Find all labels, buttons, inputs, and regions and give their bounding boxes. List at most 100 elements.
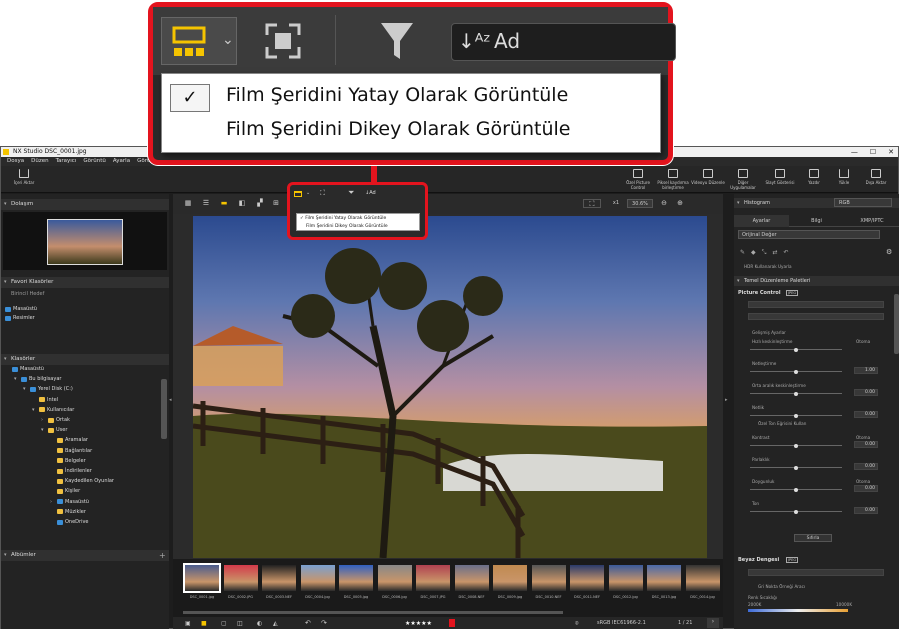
menu-goruntu[interactable]: Görüntü bbox=[83, 157, 106, 166]
menu-tarayici[interactable]: Tarayıcı bbox=[56, 157, 77, 166]
upload-button[interactable]: Yükle bbox=[827, 169, 861, 185]
folder-tree-item[interactable]: Bağlantılar bbox=[50, 448, 92, 454]
maximize-icon[interactable]: ☐ bbox=[870, 147, 876, 157]
custom-picture-control-button[interactable]: Özel Picture Control bbox=[621, 169, 655, 190]
filmstrip-thumbnail[interactable] bbox=[339, 565, 373, 591]
navigator-header[interactable]: Dolaşım bbox=[1, 199, 169, 210]
slider-value-field[interactable]: 0.00 bbox=[854, 411, 878, 418]
menu-dosya[interactable]: Dosya bbox=[7, 157, 24, 166]
filmstrip-thumbnail[interactable] bbox=[570, 565, 604, 591]
slider-value-field[interactable]: 0.00 bbox=[854, 507, 878, 514]
chevron-down-icon-small[interactable]: ⌄ bbox=[306, 190, 310, 196]
print-button[interactable]: Yazdır bbox=[797, 169, 831, 185]
zoom-value-field[interactable]: 30.6% bbox=[627, 199, 653, 208]
filmstrip-thumbnail[interactable] bbox=[647, 565, 681, 591]
tab-xmp[interactable]: XMP/IPTC bbox=[844, 215, 899, 227]
slider-value-field[interactable]: 0.00 bbox=[854, 485, 878, 492]
expand-arrow-icon[interactable]: ▾ bbox=[41, 427, 46, 433]
right-scrollbar[interactable] bbox=[894, 294, 899, 354]
grid-view-icon[interactable]: ▦ bbox=[183, 199, 193, 208]
expand-arrow-icon[interactable]: › bbox=[41, 417, 46, 423]
menu-duzen[interactable]: Düzen bbox=[31, 157, 48, 166]
adjustment-slider[interactable] bbox=[750, 487, 842, 492]
gray-point-tool[interactable]: Gri Nokta Örneği Aracı bbox=[758, 584, 805, 589]
folder-tree-item[interactable]: Müzikler bbox=[50, 509, 86, 515]
filmstrip-thumbnail[interactable] bbox=[531, 565, 566, 591]
filmstrip-mode-button[interactable]: ⌄ bbox=[161, 17, 237, 65]
adjustment-slider[interactable] bbox=[750, 413, 842, 418]
info-icon[interactable]: ◐ bbox=[257, 620, 262, 627]
slider-knob[interactable] bbox=[794, 465, 798, 470]
folder-tree-item[interactable]: ▾ User bbox=[41, 427, 67, 433]
advanced-settings-label[interactable]: Gelişmiş Ayarlar bbox=[752, 330, 786, 335]
folder-tree-item[interactable]: ▾ Bu bilgisayar bbox=[14, 376, 61, 382]
other-apps-button[interactable]: Diğer Uygulamalar bbox=[726, 169, 760, 190]
label-icon[interactable]: ■ bbox=[201, 620, 207, 627]
folder-tree-item[interactable]: Belgeler bbox=[50, 458, 86, 464]
export-button[interactable]: Dışa Aktar bbox=[859, 169, 893, 185]
filmstrip-icon-small[interactable] bbox=[294, 191, 302, 197]
multi-view-icon[interactable]: ⊞ bbox=[271, 199, 281, 208]
folder-tree-item[interactable]: › Ortak bbox=[41, 417, 70, 423]
favorites-header[interactable]: Favori Klasörler bbox=[1, 277, 169, 288]
sort-select[interactable]: ↓ᴬᶻ Ad bbox=[451, 23, 676, 61]
expand-arrow-icon[interactable]: › bbox=[50, 499, 55, 505]
auto-checkbox-label[interactable]: Otoma bbox=[856, 435, 870, 440]
quad-view-icon[interactable]: ▞ bbox=[255, 199, 265, 208]
zoom-out-icon[interactable]: ⊖ bbox=[659, 199, 669, 208]
filmstrip-scrollbar[interactable] bbox=[183, 611, 563, 614]
folder-tree-item[interactable]: ▾ Yerel Disk (C:) bbox=[23, 386, 73, 392]
favorite-item[interactable]: Resimler bbox=[5, 315, 35, 321]
histogram-mode-select[interactable]: RGB bbox=[834, 198, 892, 207]
filmstrip-thumbnail[interactable] bbox=[454, 565, 489, 591]
palette-header[interactable]: Temel Düzenleme Paletleri bbox=[734, 276, 899, 286]
folder-tree-item[interactable]: İndirilenler bbox=[50, 468, 92, 474]
add-album-icon[interactable]: + bbox=[159, 550, 166, 561]
fit-screen-icon[interactable]: ⛶ bbox=[583, 199, 601, 208]
auto-checkbox-label[interactable]: Otoma bbox=[856, 479, 870, 484]
auto-checkbox-label[interactable]: Otoma bbox=[856, 339, 870, 344]
edit-tools-icons[interactable]: ✎◆⤡⇄↶ bbox=[740, 249, 795, 257]
slideshow-button[interactable]: Slayt Gösterisi bbox=[763, 169, 797, 185]
slider-knob[interactable] bbox=[794, 347, 798, 352]
filter-icon-small[interactable]: ⏷ bbox=[348, 188, 354, 198]
slider-value-field[interactable]: 0.00 bbox=[854, 441, 878, 448]
pixel-shift-button[interactable]: Piksel kaydırma birleştirme bbox=[656, 169, 690, 190]
adjustment-slider[interactable] bbox=[750, 509, 842, 514]
expand-arrow-icon[interactable]: ▾ bbox=[23, 386, 28, 392]
folder-tree-item[interactable]: Aramalar bbox=[50, 437, 88, 443]
slider-knob[interactable] bbox=[794, 369, 798, 374]
histogram-icon[interactable]: ◭ bbox=[273, 620, 278, 627]
hdr-label[interactable]: HDR Kullanarak Uyarla bbox=[744, 264, 792, 269]
white-balance-title[interactable]: Beyaz Dengesi bbox=[738, 557, 779, 563]
rating-stars[interactable]: ★★★★★ bbox=[405, 620, 432, 627]
favorite-item[interactable]: Masaüstü bbox=[5, 306, 37, 312]
folders-header[interactable]: Klasörler bbox=[1, 354, 169, 365]
folder-tree-item[interactable]: Kişiler bbox=[50, 488, 80, 494]
menu-ayarla[interactable]: Ayarla bbox=[113, 157, 130, 166]
folder-tree-item[interactable]: Intel bbox=[32, 397, 58, 403]
filmstrip-thumbnail[interactable] bbox=[416, 565, 450, 591]
slider-knob[interactable] bbox=[794, 487, 798, 492]
list-view-icon[interactable]: ☰ bbox=[201, 199, 211, 208]
tab-settings[interactable]: Ayarlar bbox=[734, 214, 789, 227]
custom-curve-checkbox[interactable]: Özel Ton Eğrisini Kullan bbox=[758, 421, 806, 426]
folder-tree-item[interactable]: Masaüstü bbox=[5, 366, 44, 372]
adjustment-slider[interactable] bbox=[750, 369, 842, 374]
filmstrip-thumbnail[interactable] bbox=[262, 565, 296, 591]
compare-icon[interactable]: ◫ bbox=[237, 620, 243, 627]
folder-tree-item[interactable]: ▾ Kullanıcılar bbox=[32, 407, 74, 413]
rotate-right-icon[interactable]: ↷ bbox=[321, 619, 327, 627]
fullscreen-icon-small[interactable]: ⛶ bbox=[320, 189, 325, 198]
compare-view-icon[interactable]: ◧ bbox=[237, 199, 247, 208]
zoom-1x-button[interactable]: x1 bbox=[611, 199, 621, 208]
navigator-thumbnail[interactable] bbox=[47, 219, 123, 265]
minimize-icon[interactable]: — bbox=[851, 147, 858, 157]
tab-info[interactable]: Bilgi bbox=[789, 215, 844, 227]
slider-value-field[interactable]: 0.00 bbox=[854, 463, 878, 470]
expand-arrow-icon[interactable]: ▾ bbox=[14, 376, 19, 382]
menu-item-vertical[interactable]: Film Şeridini Dikey Olarak Görüntüle bbox=[226, 118, 570, 140]
filmstrip-view-icon[interactable]: ▬ bbox=[219, 199, 229, 208]
slider-knob[interactable] bbox=[794, 509, 798, 514]
slider-value-field[interactable]: 1.00 bbox=[854, 367, 878, 374]
